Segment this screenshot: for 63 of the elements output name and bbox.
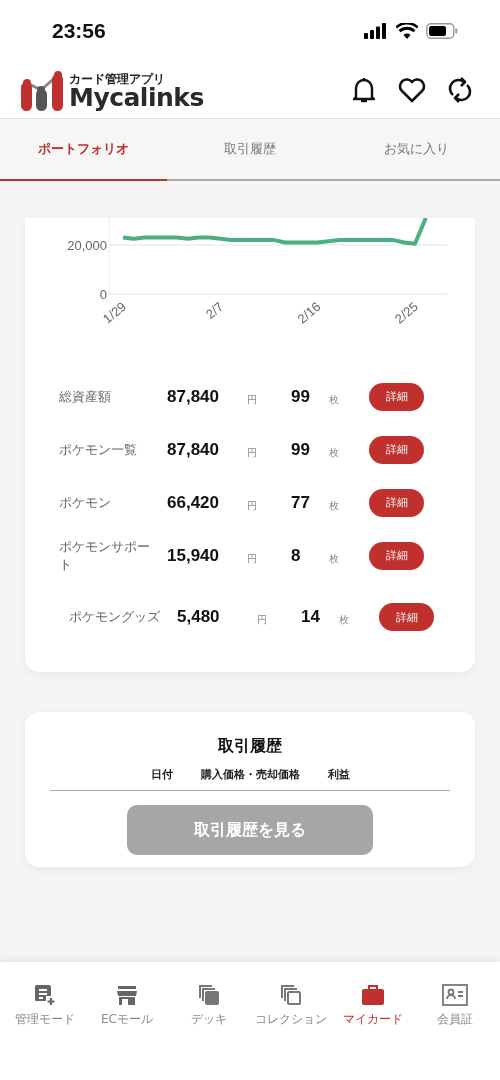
nav-item[interactable]: デッキ (168, 962, 250, 1080)
stacked-cards-icon (198, 984, 220, 1006)
detail-button[interactable]: 詳細 (369, 435, 424, 464)
logo-caption: カード管理アプリ (69, 72, 166, 85)
unit-label: 枚 (329, 445, 340, 460)
id-card-icon (442, 984, 468, 1006)
count-value: 99 (291, 386, 311, 407)
briefcase-icon (361, 984, 385, 1006)
unit-label: 枚 (329, 551, 340, 566)
column-header: 日付 (150, 767, 173, 782)
sync-icon[interactable] (448, 76, 472, 104)
count-value: 8 (291, 545, 302, 566)
logo-text: Mycalinks (69, 84, 204, 111)
nav-item[interactable]: 管理モード (4, 962, 86, 1080)
amount-value: 15,940 (167, 545, 220, 566)
heart-icon[interactable] (398, 77, 426, 103)
store-icon (116, 984, 138, 1006)
logo-icon (20, 69, 66, 111)
detail-button[interactable]: 詳細 (369, 382, 424, 411)
unit-label: 円 (257, 613, 268, 627)
unit-label: 枚 (329, 498, 340, 513)
row-label: ポケモングッズ (69, 608, 161, 626)
column-header: 利益 (327, 767, 350, 782)
row-label: 総資産額 (59, 387, 112, 406)
column-header: 購入価格・売却価格 (200, 767, 300, 782)
unit-label: 円 (247, 392, 258, 407)
nav-item[interactable]: マイカード (332, 962, 414, 1080)
unit-label: 円 (247, 498, 258, 513)
tab[interactable]: お気に入り (333, 119, 500, 181)
tab[interactable]: 取引履歴 (166, 119, 334, 181)
amount-value: 87,840 (167, 439, 220, 460)
stacked-cards-icon (280, 984, 302, 1006)
count-value: 77 (291, 492, 311, 513)
detail-button[interactable]: 詳細 (379, 603, 434, 631)
row-label: ポケモン (59, 493, 112, 512)
unit-label: 円 (247, 551, 258, 566)
y-axis-label: 20,000 (67, 237, 107, 253)
detail-button[interactable]: 詳細 (369, 488, 424, 517)
wifi-icon (396, 23, 418, 39)
battery-icon (426, 23, 458, 39)
amount-value: 5,480 (177, 607, 221, 627)
amount-value: 87,840 (167, 386, 220, 407)
unit-label: 枚 (339, 613, 350, 627)
x-axis-label: 2/25 (391, 298, 421, 327)
unit-label: 円 (247, 445, 258, 460)
document-plus-icon (34, 984, 56, 1006)
count-value: 14 (301, 607, 321, 627)
nav-item[interactable]: ECモール (86, 962, 168, 1080)
signal-icon (364, 23, 388, 39)
row-label: ポケモンサポート (59, 537, 151, 574)
tab[interactable]: ポートフォリオ (0, 119, 167, 181)
unit-label: 枚 (329, 392, 340, 407)
detail-button[interactable]: 詳細 (369, 541, 424, 570)
amount-value: 66,420 (167, 492, 220, 513)
row-label: ポケモン一覧 (59, 440, 138, 459)
nav-item[interactable]: 会員証 (414, 962, 496, 1080)
section-title: 取引履歴 (218, 736, 282, 757)
x-axis-label: 2/16 (294, 298, 324, 327)
count-value: 99 (291, 439, 311, 460)
nav-item[interactable]: コレクション (250, 962, 332, 1080)
bell-icon[interactable] (352, 76, 376, 104)
clock-time: 23:56 (52, 19, 106, 43)
x-axis-label: 2/7 (202, 298, 227, 322)
